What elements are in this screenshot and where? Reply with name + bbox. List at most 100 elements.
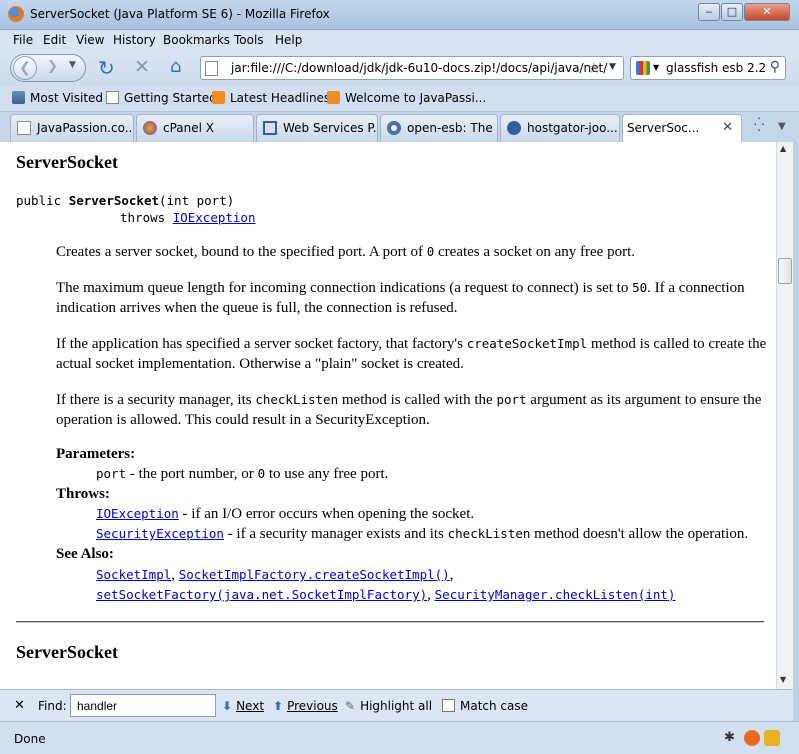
bookmark-folder-icon	[12, 91, 25, 104]
bookmark-welcome-javapassion[interactable]: Welcome to JavaPassi...	[327, 91, 486, 105]
bookmarks-toolbar: Most Visited Getting Started Latest Head…	[0, 86, 799, 112]
firebug-icon[interactable]: ✱	[724, 730, 740, 746]
checklisten-link[interactable]: SecurityManager.checkListen(int)	[435, 587, 676, 602]
find-input[interactable]	[70, 694, 216, 717]
close-find-bar-icon[interactable]: ✕	[14, 698, 25, 713]
setsocketfactory-link[interactable]: setSocketFactory(java.net.SocketImplFact…	[96, 587, 427, 602]
arrow-down-icon: ⬇	[222, 699, 233, 713]
scroll-thumb[interactable]	[778, 258, 792, 284]
status-bar: Done ✱	[0, 721, 799, 754]
method-signature: public ServerSocket(int port) throws IOE…	[16, 193, 256, 225]
bookmark-getting-started[interactable]: Getting Started	[106, 91, 217, 105]
hostgator-icon	[507, 121, 521, 135]
scroll-down-icon[interactable]: ▼	[780, 675, 786, 684]
param-port: port - the port number, or 0 to use any …	[96, 466, 389, 482]
search-icon[interactable]: ⚲	[770, 59, 780, 75]
ioexception-link[interactable]: IOException	[173, 210, 256, 225]
bookmark-latest-headlines[interactable]: Latest Headlines	[212, 91, 330, 105]
cpanel-icon	[143, 121, 157, 135]
navigation-toolbar: ❮ ❯ ▼ ↻ ✕ ⌂ jar:file:///C:/download/jdk/…	[0, 50, 799, 86]
see-also-line-1: SocketImpl, SocketImplFactory.createSock…	[96, 567, 454, 583]
method-heading: ServerSocket	[16, 152, 118, 172]
engine-dropdown-icon[interactable]: ▼	[653, 63, 659, 72]
close-window-button[interactable]: ✕	[744, 3, 790, 21]
page-icon	[17, 121, 31, 135]
throws-label: Throws:	[56, 486, 110, 502]
window-title: ServerSocket (Java Platform SE 6) - Mozi…	[30, 7, 330, 21]
page-content: ServerSocket public ServerSocket(int por…	[0, 142, 776, 689]
see-also-line-2: setSocketFactory(java.net.SocketImplFact…	[96, 587, 676, 603]
plugin-icon[interactable]	[764, 730, 780, 746]
stop-icon[interactable]: ✕	[134, 56, 150, 78]
description-para-2: The maximum queue length for incoming co…	[56, 280, 745, 316]
cube-icon	[263, 121, 277, 135]
menu-tools[interactable]: Tools	[234, 33, 264, 47]
see-also-label: See Also:	[56, 546, 114, 562]
history-dropdown-icon[interactable]: ▼	[69, 60, 76, 70]
firefox-logo-icon	[8, 6, 24, 22]
title-bar: ServerSocket (Java Platform SE 6) - Mozi…	[0, 0, 799, 30]
method-heading-2: ServerSocket	[16, 642, 118, 662]
find-label: Find:	[38, 699, 67, 713]
description-para-3: If the application has specified a serve…	[56, 336, 767, 372]
open-esb-icon	[387, 121, 401, 135]
menu-help[interactable]: Help	[275, 33, 302, 47]
window-frame	[793, 142, 799, 754]
back-icon[interactable]: ❮	[13, 56, 37, 80]
page-icon	[205, 61, 218, 76]
securityexception-link[interactable]: SecurityException	[96, 526, 224, 541]
rss-icon	[327, 91, 340, 104]
parameters-label: Parameters:	[56, 446, 136, 462]
menu-view[interactable]: View	[76, 33, 104, 47]
scroll-up-icon[interactable]: ▲	[780, 144, 786, 153]
maximize-button[interactable]: □	[721, 3, 743, 21]
addon-icon[interactable]	[744, 730, 760, 746]
find-previous-button[interactable]: ⬆ Previous	[273, 699, 338, 713]
url-dropdown-icon[interactable]: ▼	[609, 62, 616, 72]
close-tab-icon[interactable]: ✕	[722, 120, 733, 135]
match-case-label[interactable]: Match case	[460, 699, 528, 713]
tab-hostgator[interactable]: hostgator-joo...	[500, 114, 620, 142]
url-text[interactable]: jar:file:///C:/download/jdk/jdk-6u10-doc…	[231, 61, 607, 75]
tab-serversocket-label: ServerSoc...	[627, 121, 700, 135]
forward-icon[interactable]: ❯	[47, 59, 58, 74]
tab-cpanel[interactable]: cPanel X	[136, 114, 254, 142]
section-divider	[16, 621, 764, 623]
menu-file[interactable]: File	[13, 33, 33, 47]
highlight-all-button[interactable]: ✎ Highlight all	[345, 699, 432, 713]
tab-javapassion[interactable]: JavaPassion.co...	[10, 114, 134, 142]
highlighter-icon: ✎	[345, 699, 356, 713]
back-forward-group: ❮ ❯ ▼	[10, 54, 86, 82]
rss-icon	[212, 91, 225, 104]
bookmark-star-icon[interactable]: ☆	[587, 59, 600, 77]
find-next-button[interactable]: ⬇ Next	[222, 699, 264, 713]
throws-securityexception: SecurityException - if a security manage…	[96, 526, 749, 542]
match-case-checkbox[interactable]	[442, 699, 455, 712]
tab-list-icon[interactable]: ▼	[778, 121, 786, 132]
menu-edit[interactable]: Edit	[43, 33, 66, 47]
search-bar[interactable]: ▼ glassfish esb 2.2 ⚲	[630, 56, 786, 80]
tab-web-services[interactable]: Web Services P...	[256, 114, 378, 142]
url-bar[interactable]: jar:file:///C:/download/jdk/jdk-6u10-doc…	[200, 56, 624, 80]
ioexception-link[interactable]: IOException	[96, 506, 179, 521]
vertical-scrollbar[interactable]: ▲ ▼	[776, 142, 793, 689]
tab-strip: JavaPassion.co... cPanel X Web Services …	[0, 112, 799, 143]
page-icon	[106, 91, 119, 104]
new-tab-icon[interactable]: ⁛	[754, 118, 764, 133]
reload-icon[interactable]: ↻	[98, 56, 115, 80]
google-engine-icon[interactable]	[636, 61, 650, 75]
socketimpl-link[interactable]: SocketImpl	[96, 567, 171, 582]
socketimplfactory-link[interactable]: SocketImplFactory.createSocketImpl()	[179, 567, 450, 582]
menu-bookmarks[interactable]: Bookmarks	[163, 33, 230, 47]
menu-history[interactable]: History	[113, 33, 156, 47]
bookmark-most-visited[interactable]: Most Visited	[12, 91, 103, 105]
description-para-1: Creates a server socket, bound to the sp…	[56, 244, 636, 260]
home-icon[interactable]: ⌂	[170, 56, 181, 77]
tab-open-esb[interactable]: open-esb: The ...	[380, 114, 498, 142]
arrow-up-icon: ⬆	[273, 699, 284, 713]
minimize-button[interactable]: ‒	[698, 3, 720, 21]
tab-serversocket[interactable]: ServerSoc... ✕	[622, 114, 742, 143]
description-para-4: If there is a security manager, its chec…	[56, 392, 762, 428]
status-text: Done	[14, 732, 46, 746]
search-input[interactable]: glassfish esb 2.2	[666, 61, 766, 75]
